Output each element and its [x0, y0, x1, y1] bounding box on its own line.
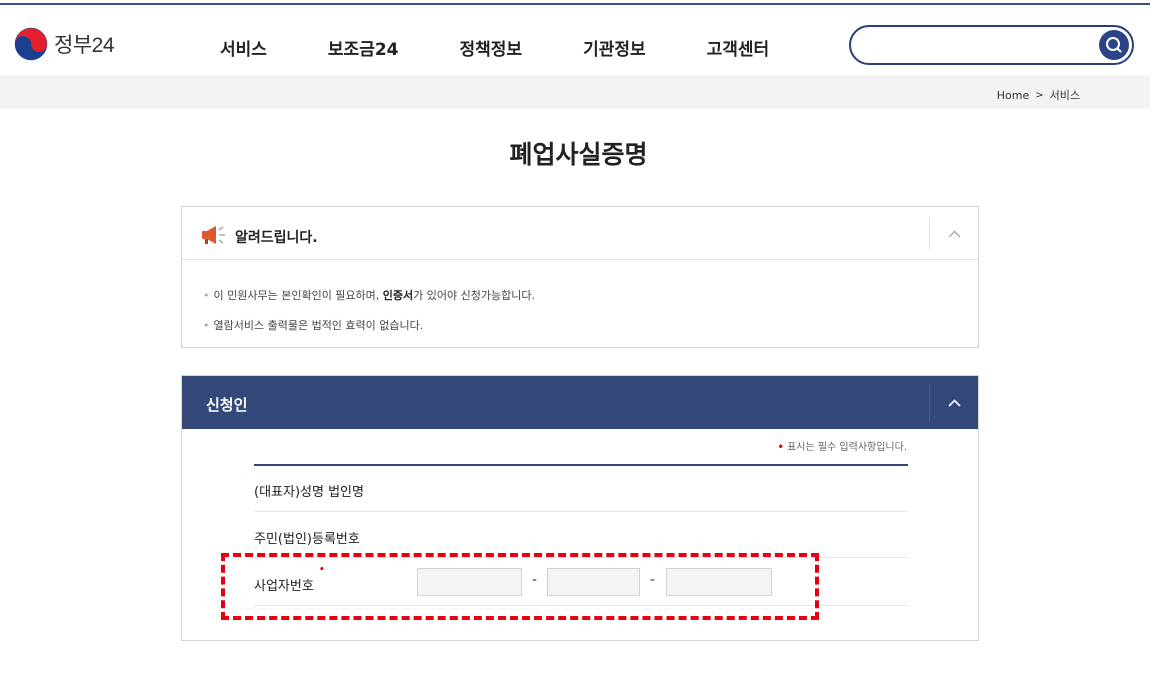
- breadcrumb-home[interactable]: Home: [997, 89, 1029, 102]
- notice-line-1-end: 가 있어야 신청가능합니다.: [413, 289, 535, 302]
- chevron-up-icon: [948, 399, 961, 407]
- search-button[interactable]: [1099, 30, 1129, 60]
- notice-collapse-button[interactable]: [929, 217, 978, 250]
- page-title: 폐업사실증명: [509, 140, 648, 169]
- notice-panel: 알려드립니다. • 이 민원사무는 본인확인이 필요하며, 인증서가 있어야 신청…: [181, 206, 979, 348]
- applicant-panel: 신청인 • 표시는 필수 입력사항입니다. (대표자)성명 법인명 주민(법인)…: [181, 375, 979, 641]
- search-box: [849, 25, 1134, 65]
- search-input[interactable]: [869, 35, 1089, 55]
- form-row-business-number: 사업자번호 • - -: [254, 558, 908, 606]
- notice-title: 알려드립니다.: [235, 230, 318, 246]
- business-number-part-2[interactable]: [547, 568, 640, 596]
- field-label-business-number: 사업자번호: [254, 579, 314, 594]
- required-note-text: 표시는 필수 입력사항입니다.: [787, 442, 907, 453]
- notice-line-2-text: 열람서비스 출력물은 법적인 효력이 없습니다.: [213, 319, 424, 332]
- megaphone-icon: [202, 226, 225, 244]
- notice-line-1: • 이 민원사무는 본인확인이 필요하며, 인증서가 있어야 신청가능합니다.: [203, 287, 978, 303]
- notice-header: 알려드립니다.: [182, 207, 978, 260]
- nav-item-policy[interactable]: 정책정보: [460, 35, 523, 60]
- form-row-registration-number: 주민(법인)등록번호: [254, 512, 908, 558]
- bullet: •: [203, 289, 210, 302]
- site-logo[interactable]: 정부24: [14, 27, 115, 61]
- taegeuk-logo-icon: [14, 27, 48, 61]
- nav-item-agency[interactable]: 기관정보: [583, 35, 646, 60]
- chevron-up-icon: [948, 230, 961, 238]
- logo-text: 정부24: [54, 34, 115, 57]
- nav-item-support[interactable]: 고객센터: [707, 35, 770, 60]
- business-number-part-3[interactable]: [666, 568, 772, 596]
- notice-line-1-bold: 인증서: [382, 289, 414, 302]
- field-label-registration-number: 주민(법인)등록번호: [254, 532, 360, 547]
- applicant-header: 신청인: [182, 376, 978, 429]
- required-marker: •: [777, 442, 784, 453]
- business-number-part-1[interactable]: [417, 568, 522, 596]
- applicant-collapse-button[interactable]: [929, 384, 978, 421]
- field-separator: -: [650, 572, 656, 588]
- notice-body: • 이 민원사무는 본인확인이 필요하며, 인증서가 있어야 신청가능합니다. •…: [182, 260, 978, 333]
- bullet: •: [203, 319, 210, 332]
- breadcrumb-band: Home > 서비스: [0, 75, 1150, 109]
- applicant-title: 신청인: [206, 396, 248, 414]
- search-icon: [1106, 37, 1122, 53]
- site-header: 정부24 서비스 보조금24 정책정보 기관정보 고객센터: [0, 5, 1157, 75]
- nav-item-services[interactable]: 서비스: [220, 35, 267, 60]
- required-marker: •: [319, 565, 325, 575]
- breadcrumb-separator: >: [1035, 89, 1044, 101]
- form-row-name: (대표자)성명 법인명: [254, 466, 908, 512]
- notice-line-2: • 열람서비스 출력물은 법적인 효력이 없습니다.: [203, 317, 978, 333]
- breadcrumb: Home > 서비스: [997, 87, 1080, 103]
- field-separator: -: [532, 572, 538, 588]
- notice-line-1-text: 이 민원사무는 본인확인이 필요하며,: [213, 289, 383, 302]
- main-nav: 서비스 보조금24 정책정보 기관정보 고객센터: [220, 35, 830, 60]
- nav-item-subsidy[interactable]: 보조금24: [328, 35, 399, 60]
- required-note: • 표시는 필수 입력사항입니다.: [777, 438, 907, 453]
- breadcrumb-current[interactable]: 서비스: [1050, 87, 1080, 103]
- field-label-name: (대표자)성명 법인명: [254, 485, 364, 500]
